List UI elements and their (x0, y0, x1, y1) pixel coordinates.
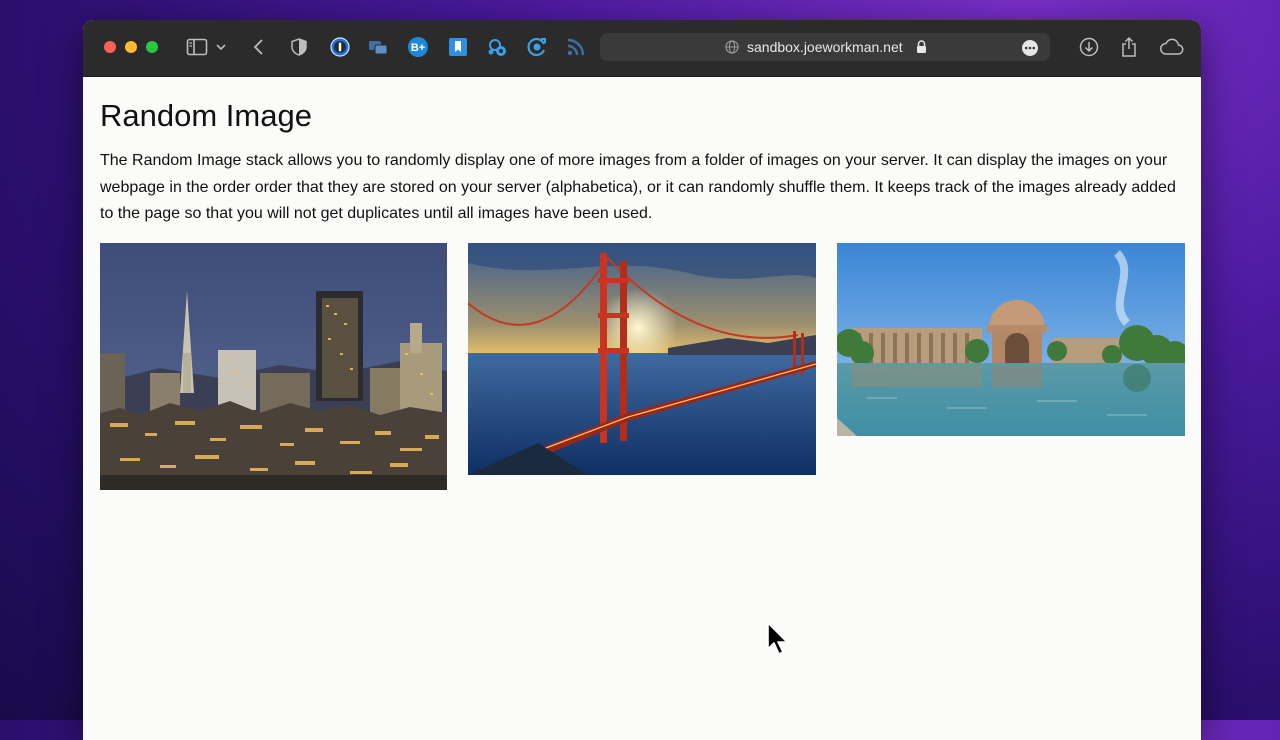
mouse-cursor-icon (766, 621, 790, 662)
close-window-button[interactable] (104, 41, 116, 53)
shield-icon[interactable] (288, 36, 310, 58)
share-icon[interactable] (1118, 36, 1140, 58)
more-icon[interactable] (1021, 39, 1039, 62)
browser-toolbar: B+ sandbox.joeworkman.net (83, 20, 1201, 77)
random-image-palace (837, 243, 1185, 436)
bplus-extension-icon[interactable]: B+ (407, 36, 429, 58)
page-description: The Random Image stack allows you to ran… (100, 152, 1176, 222)
cloud-icon[interactable] (1158, 36, 1184, 58)
lock-icon (916, 40, 927, 59)
tab-overview-icon[interactable] (367, 36, 389, 58)
random-image-golden-gate (468, 243, 816, 475)
minimize-window-button[interactable] (125, 41, 137, 53)
page-title: Random Image (100, 98, 312, 133)
address-bar[interactable]: sandbox.joeworkman.net (600, 33, 1050, 61)
page-content: Random Image The Random Image stack allo… (83, 76, 1201, 740)
onepassword-icon[interactable] (329, 36, 351, 58)
bookmark-icon[interactable] (447, 36, 469, 58)
extension-icon[interactable] (486, 36, 508, 58)
back-icon[interactable] (248, 36, 270, 58)
rss-icon[interactable] (565, 36, 587, 58)
svg-text:B+: B+ (411, 42, 425, 54)
chevron-down-icon[interactable] (215, 36, 227, 58)
globe-icon (725, 40, 739, 59)
random-image-skyline (100, 243, 447, 490)
zoom-window-button[interactable] (146, 41, 158, 53)
sidebar-icon[interactable] (186, 36, 208, 58)
browser-window: B+ sandbox.joeworkman.net Random Image T… (83, 20, 1201, 740)
refresh-extension-icon[interactable] (526, 36, 548, 58)
download-icon[interactable] (1078, 36, 1100, 58)
url-text: sandbox.joeworkman.net (747, 39, 903, 55)
